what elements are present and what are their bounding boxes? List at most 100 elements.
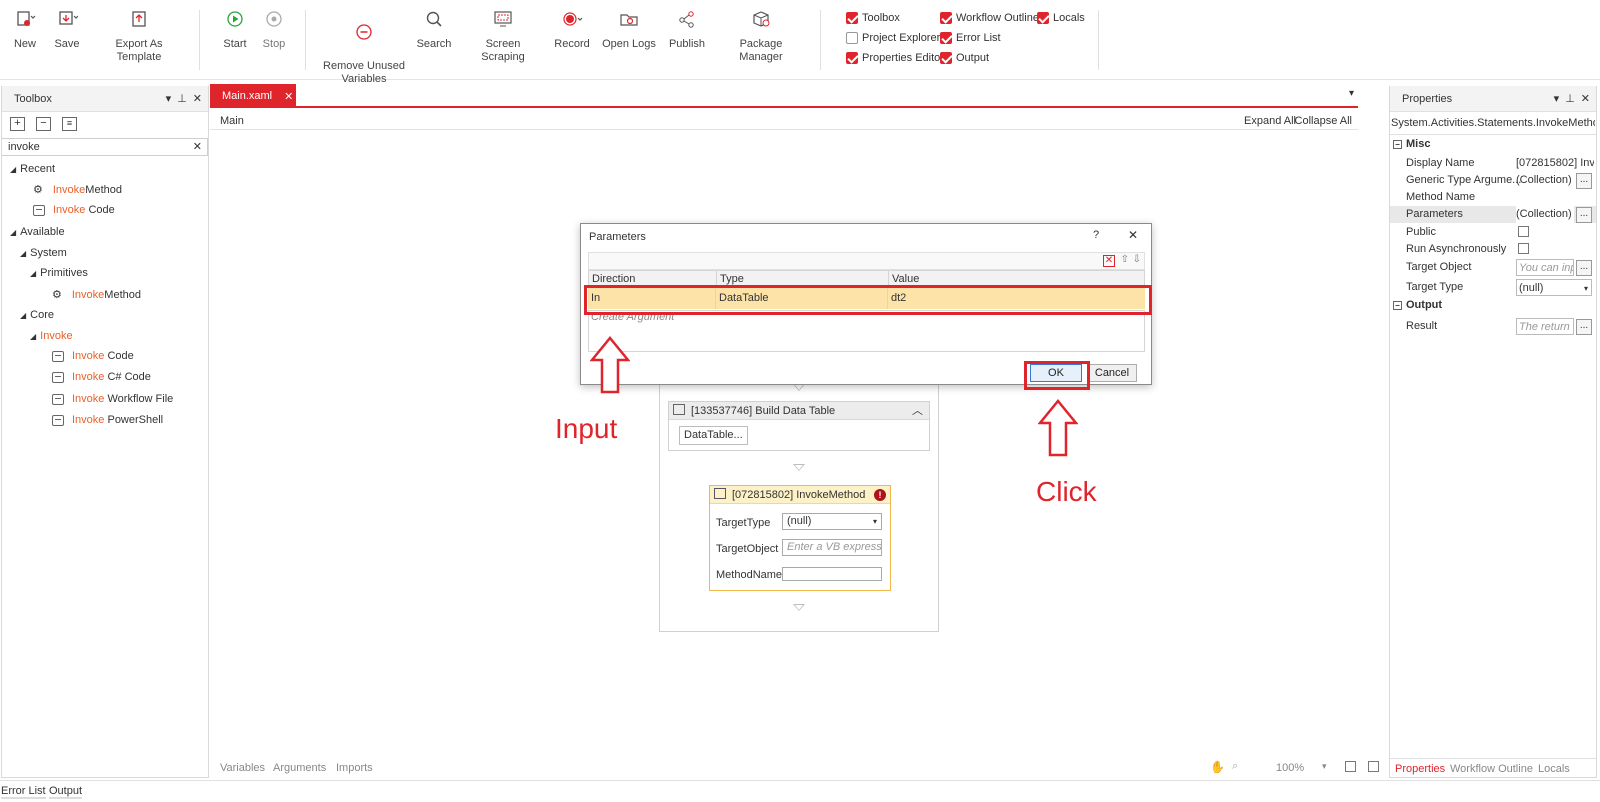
close-tab-icon[interactable]: ✕	[284, 90, 293, 103]
prop-result[interactable]: Result The return v...	[1390, 318, 1596, 337]
build-data-table-activity[interactable]: [133537746] Build Data Table ︿ DataTable…	[668, 401, 930, 451]
toolbox-pane-checkbox[interactable]: Toolbox	[846, 12, 900, 24]
tree-item-invoke-method[interactable]: ⚙ InvokeMethod	[33, 183, 122, 196]
checkbox-checked-icon	[940, 12, 952, 24]
tree-group-primitives[interactable]: ◢ Primitives	[30, 267, 88, 279]
record-button[interactable]: Record	[554, 8, 590, 51]
ellipsis-button[interactable]: ...	[1576, 173, 1592, 189]
hand-tool-icon[interactable]: ✋	[1210, 760, 1225, 774]
prop-public[interactable]: Public	[1390, 224, 1596, 241]
pin-icon[interactable]: ⊥	[177, 92, 187, 105]
overview-map-icon[interactable]	[1368, 761, 1379, 772]
tree-item-invoke-code[interactable]: Invoke Code	[33, 204, 115, 216]
stop-button[interactable]: Stop	[259, 8, 289, 51]
prop-generic-type-arguments[interactable]: Generic Type Argume... (Collection)...	[1390, 172, 1596, 189]
category-misc[interactable]: − Misc	[1393, 138, 1430, 150]
delete-icon[interactable]: ✕	[1103, 255, 1115, 267]
zoom-icon[interactable]: ⌕	[1232, 760, 1238, 773]
start-button[interactable]: Start	[220, 8, 250, 51]
close-icon[interactable]: ✕	[1128, 228, 1138, 242]
tab-locals[interactable]: Locals	[1538, 763, 1570, 775]
tree-item-invoke-code[interactable]: Invoke Code	[52, 350, 134, 362]
invoke-method-activity[interactable]: [072815802] InvokeMethod ! TargetType (n…	[709, 485, 891, 591]
data-table-button[interactable]: DataTable...	[679, 426, 748, 445]
prop-value[interactable]: The return v	[1516, 318, 1574, 335]
pin-icon[interactable]: ⊥	[1565, 92, 1575, 105]
target-type-select[interactable]: (null) ▾	[782, 513, 882, 530]
ellipsis-button[interactable]: ...	[1576, 207, 1592, 223]
tab-main-xaml[interactable]: Main.xaml ✕	[210, 84, 296, 108]
properties-editor-pane-checkbox[interactable]: Properties Editor	[846, 52, 944, 64]
arguments-tab[interactable]: Arguments	[273, 762, 326, 774]
tree-item-invoke-powershell[interactable]: Invoke PowerShell	[52, 414, 163, 426]
save-button[interactable]: Save	[52, 8, 82, 51]
tab-workflow-outline[interactable]: Workflow Outline	[1450, 763, 1533, 775]
prop-parameters[interactable]: Parameters (Collection)...	[1390, 206, 1596, 223]
locals-pane-checkbox[interactable]: Locals	[1037, 12, 1085, 24]
breadcrumb-main[interactable]: Main	[220, 115, 244, 127]
tab-output[interactable]: Output	[49, 785, 83, 799]
tree-group-system[interactable]: ◢ System	[20, 247, 67, 259]
export-template-button[interactable]: Export As Template	[94, 8, 184, 64]
screen-scraping-button[interactable]: Screen Scraping	[466, 8, 540, 64]
move-down-icon[interactable]: ⇩	[1133, 254, 1141, 265]
publish-button[interactable]: Publish	[668, 8, 706, 51]
tree-group-recent[interactable]: ◢ Recent	[10, 163, 55, 175]
tab-overflow-icon[interactable]: ▾	[1349, 88, 1354, 99]
method-name-input[interactable]	[782, 567, 882, 581]
close-icon[interactable]: ✕	[1581, 92, 1590, 105]
imports-tab[interactable]: Imports	[336, 762, 373, 774]
tab-error-list[interactable]: Error List	[1, 785, 46, 799]
zoom-dropdown-icon[interactable]: ▾	[1322, 761, 1327, 772]
prop-value[interactable]: [072815802] Invo	[1516, 155, 1594, 172]
prop-run-asynchronously[interactable]: Run Asynchronously	[1390, 241, 1596, 258]
tab-properties[interactable]: Properties	[1395, 763, 1445, 775]
tree-group-core[interactable]: ◢ Core	[20, 309, 54, 321]
clear-search-icon[interactable]: ✕	[193, 140, 202, 153]
target-type-select[interactable]: (null) ▾	[1516, 279, 1592, 296]
category-output[interactable]: − Output	[1393, 299, 1442, 311]
prop-value[interactable]: You can inp	[1516, 259, 1574, 276]
ellipsis-button[interactable]: ...	[1576, 260, 1592, 276]
collapse-icon[interactable]: ︿	[912, 402, 923, 420]
collapse-all-icon[interactable]: −	[36, 117, 51, 131]
fit-to-screen-icon[interactable]	[1345, 761, 1356, 772]
tree-item-invoke-csharp-code[interactable]: Invoke C# Code	[52, 371, 151, 383]
move-up-icon[interactable]: ⇧	[1121, 254, 1129, 265]
expand-all-icon[interactable]: +	[10, 117, 25, 131]
tree-label-core: Core	[30, 309, 54, 321]
error-list-pane-checkbox[interactable]: Error List	[940, 32, 1001, 44]
output-pane-checkbox[interactable]: Output	[940, 52, 989, 64]
search-button[interactable]: Search	[416, 8, 452, 51]
package-manager-button[interactable]: Package Manager	[718, 8, 804, 64]
tree-group-available[interactable]: ◢ Available	[10, 226, 65, 238]
cancel-button[interactable]: Cancel	[1087, 364, 1137, 382]
run-async-checkbox[interactable]	[1518, 243, 1529, 254]
target-object-input[interactable]: Enter a VB expression	[782, 539, 882, 556]
expand-all-link[interactable]: Expand All	[1244, 115, 1296, 127]
toolbox-search-input[interactable]: invoke ✕	[2, 138, 208, 156]
annotation-input-label: Input	[555, 413, 618, 444]
list-view-icon[interactable]: ≡	[62, 117, 77, 131]
collapse-all-link[interactable]: Collapse All	[1295, 115, 1352, 127]
zoom-level[interactable]: 100%	[1276, 762, 1304, 774]
public-checkbox[interactable]	[1518, 226, 1529, 237]
create-argument-area[interactable]: Create Argument	[588, 310, 1145, 352]
help-icon[interactable]: ?	[1093, 229, 1099, 241]
tree-item-invoke-workflow-file[interactable]: Invoke Workflow File	[52, 393, 173, 405]
prop-display-name[interactable]: Display Name [072815802] Invo	[1390, 155, 1596, 172]
tree-group-invoke[interactable]: ◢ Invoke	[30, 330, 73, 342]
prop-target-type[interactable]: Target Type (null) ▾	[1390, 279, 1596, 298]
prop-target-object[interactable]: Target Object You can inp...	[1390, 259, 1596, 278]
open-logs-button[interactable]: Open Logs	[602, 8, 656, 51]
dropdown-arrow-icon[interactable]: ▾	[166, 92, 172, 105]
project-explorer-pane-checkbox[interactable]: Project Explorer	[846, 32, 940, 44]
dropdown-arrow-icon[interactable]: ▾	[1554, 92, 1560, 105]
close-icon[interactable]: ✕	[193, 92, 202, 105]
workflow-outline-pane-checkbox[interactable]: Workflow Outline	[940, 12, 1039, 24]
new-button[interactable]: New	[10, 8, 40, 51]
prop-method-name[interactable]: Method Name	[1390, 189, 1596, 206]
ellipsis-button[interactable]: ...	[1576, 319, 1592, 335]
variables-tab[interactable]: Variables	[220, 762, 265, 774]
tree-item-invoke-method[interactable]: ⚙ InvokeMethod	[52, 288, 141, 301]
